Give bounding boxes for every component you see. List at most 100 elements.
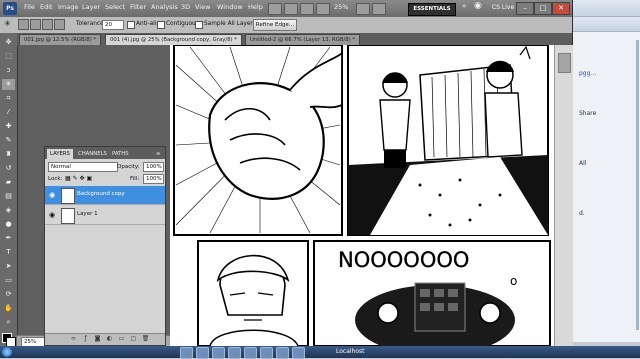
taskbar-app-icon-2[interactable] [260,347,273,359]
background-window-text-4[interactable]: d. [579,210,585,217]
marquee-tool-icon[interactable]: ⬚ [2,51,15,62]
menu-3d[interactable]: 3D [181,3,190,11]
document-canvas[interactable]: NOOOOOOO o [170,45,554,346]
taskbar-browser-icon[interactable] [196,347,209,359]
contiguous-checkbox[interactable] [157,21,165,29]
menu-edit[interactable]: Edit [40,3,53,11]
tab-layers[interactable]: LAYERS [47,149,73,159]
blend-mode-select[interactable]: Normal [48,162,118,172]
link-icon[interactable]: ∞ [69,335,78,343]
menu-file[interactable]: File [24,3,35,11]
gradient-tool-icon[interactable]: ▤ [2,191,15,202]
magic-wand-icon[interactable]: ✳ [4,19,11,28]
visibility-eye-icon[interactable]: ◉ [49,191,57,199]
zoom-tool-icon-2[interactable]: ⌕ [2,317,15,328]
background-window-text-2[interactable]: Share [579,110,596,117]
screen-mode-icon[interactable] [372,3,386,15]
menu-view[interactable]: View [195,3,210,11]
quick-selection-tool-icon[interactable]: ✳ [2,79,15,90]
scrollbar-thumb[interactable] [558,53,571,73]
new-layer-icon[interactable]: ▢ [129,335,138,343]
eyedropper-tool-icon[interactable]: ⁄ [2,107,15,118]
workspace-essentials-button[interactable]: ESSENTIALS [408,3,456,16]
intersect-selection-icon[interactable] [54,19,65,30]
hand-tool-icon[interactable] [300,3,314,15]
history-brush-tool-icon[interactable]: ↺ [2,163,15,174]
chevron-right-icon[interactable]: » [462,2,466,10]
close-button[interactable]: ✕ [552,2,570,15]
background-window-text-1[interactable]: pgg... [579,70,596,77]
folder-icon[interactable]: ▭ [117,335,126,343]
add-selection-icon[interactable] [30,19,41,30]
background-window-scrollbar[interactable] [636,40,639,330]
menu-window[interactable]: Window [217,3,243,11]
tolerance-input[interactable]: 20 [102,20,124,30]
panel-menu-icon[interactable]: ≡ [153,149,163,159]
fill-input[interactable]: 100% [143,174,164,184]
maximize-button[interactable]: □ [534,2,552,15]
sample-all-layers-checkbox[interactable] [195,21,203,29]
background-window-text-3[interactable]: All [579,160,586,167]
taskbar-media-icon[interactable] [212,347,225,359]
taskbar-app-icon[interactable] [244,347,257,359]
cs-live-label[interactable]: CS Live [492,4,514,11]
mask-icon[interactable]: ◙ [93,335,102,343]
vertical-scrollbar[interactable] [554,45,573,346]
opacity-input[interactable]: 100% [143,162,164,172]
taskbar-app-icon-4[interactable] [292,347,305,359]
tab-channels[interactable]: CHANNELS [75,149,110,159]
tab-document-1[interactable]: 001.jpg @ 12.5% (RGB/8) * [19,34,102,45]
3d-rotate-tool-icon[interactable]: ⟳ [2,289,15,300]
pen-tool-icon[interactable]: ✒ [2,233,15,244]
arrange-documents-icon[interactable] [356,3,370,15]
type-tool-icon[interactable]: T [2,247,15,258]
menu-bar: Ps File Edit Image Layer Select Filter A… [0,0,572,17]
zoom-tool-icon[interactable] [316,3,330,15]
layer-thumbnail [61,208,75,224]
blur-tool-icon[interactable]: ◈ [2,205,15,216]
taskbar-photoshop-icon[interactable] [228,347,241,359]
eraser-tool-icon[interactable]: ▰ [2,177,15,188]
new-selection-icon[interactable] [18,19,29,30]
healing-brush-tool-icon[interactable]: ✚ [2,121,15,132]
refine-edge-button[interactable]: Refine Edge... [253,19,297,31]
tab-document-2[interactable]: 001 (4).jpg @ 25% (Background copy, Gray… [105,34,242,45]
zoom-level[interactable]: 25% [334,3,348,11]
crop-tool-icon[interactable]: ⌗ [2,93,15,104]
menu-image[interactable]: Image [58,3,78,11]
tab-paths[interactable]: PATHS [109,149,132,159]
menu-help[interactable]: Help [248,3,263,11]
antialias-checkbox[interactable] [127,21,135,29]
start-button[interactable] [2,347,12,357]
trash-icon[interactable]: 🗑 [141,335,150,343]
layer-row[interactable]: ◉ Background copy [45,186,165,205]
path-selection-tool-icon[interactable]: ➤ [2,261,15,272]
minibridge-icon[interactable] [284,3,298,15]
lasso-tool-icon[interactable]: ↄ [2,65,15,76]
menu-layer[interactable]: Layer [82,3,100,11]
brush-tool-icon[interactable]: ✎ [2,135,15,146]
bridge-icon[interactable] [268,3,282,15]
menu-filter[interactable]: Filter [130,3,146,11]
dodge-tool-icon[interactable]: ● [2,219,15,230]
visibility-eye-icon[interactable]: ◉ [49,211,57,219]
clone-stamp-tool-icon[interactable]: ♜ [2,149,15,160]
menu-analysis[interactable]: Analysis [151,3,178,11]
opacity-label: Opacity: [117,164,140,170]
taskbar-label[interactable]: Localhost [336,348,365,355]
menu-select[interactable]: Select [105,3,125,11]
taskbar: Localhost [0,346,640,359]
lock-pixels-icon[interactable]: ▦ ✎ ✥ ▣ [65,175,92,182]
subtract-selection-icon[interactable] [42,19,53,30]
shape-tool-icon[interactable]: ▭ [2,275,15,286]
adjustment-icon[interactable]: ◐ [105,335,114,343]
tab-document-3[interactable]: Untitled-2 @ 66.7% (Layer 13, RGB/8) * [245,34,361,45]
move-tool-icon[interactable]: ✥ [2,37,15,48]
fx-icon[interactable]: ƒ [81,335,90,343]
comic-page-artwork: NOOOOOOO o [173,45,551,346]
taskbar-explorer-icon[interactable] [180,347,193,359]
layer-row[interactable]: ◉ Layer 1 [45,206,165,225]
taskbar-app-icon-3[interactable] [276,347,289,359]
minimize-button[interactable]: – [516,2,534,15]
hand-tool-icon-2[interactable]: ✋ [2,303,15,314]
